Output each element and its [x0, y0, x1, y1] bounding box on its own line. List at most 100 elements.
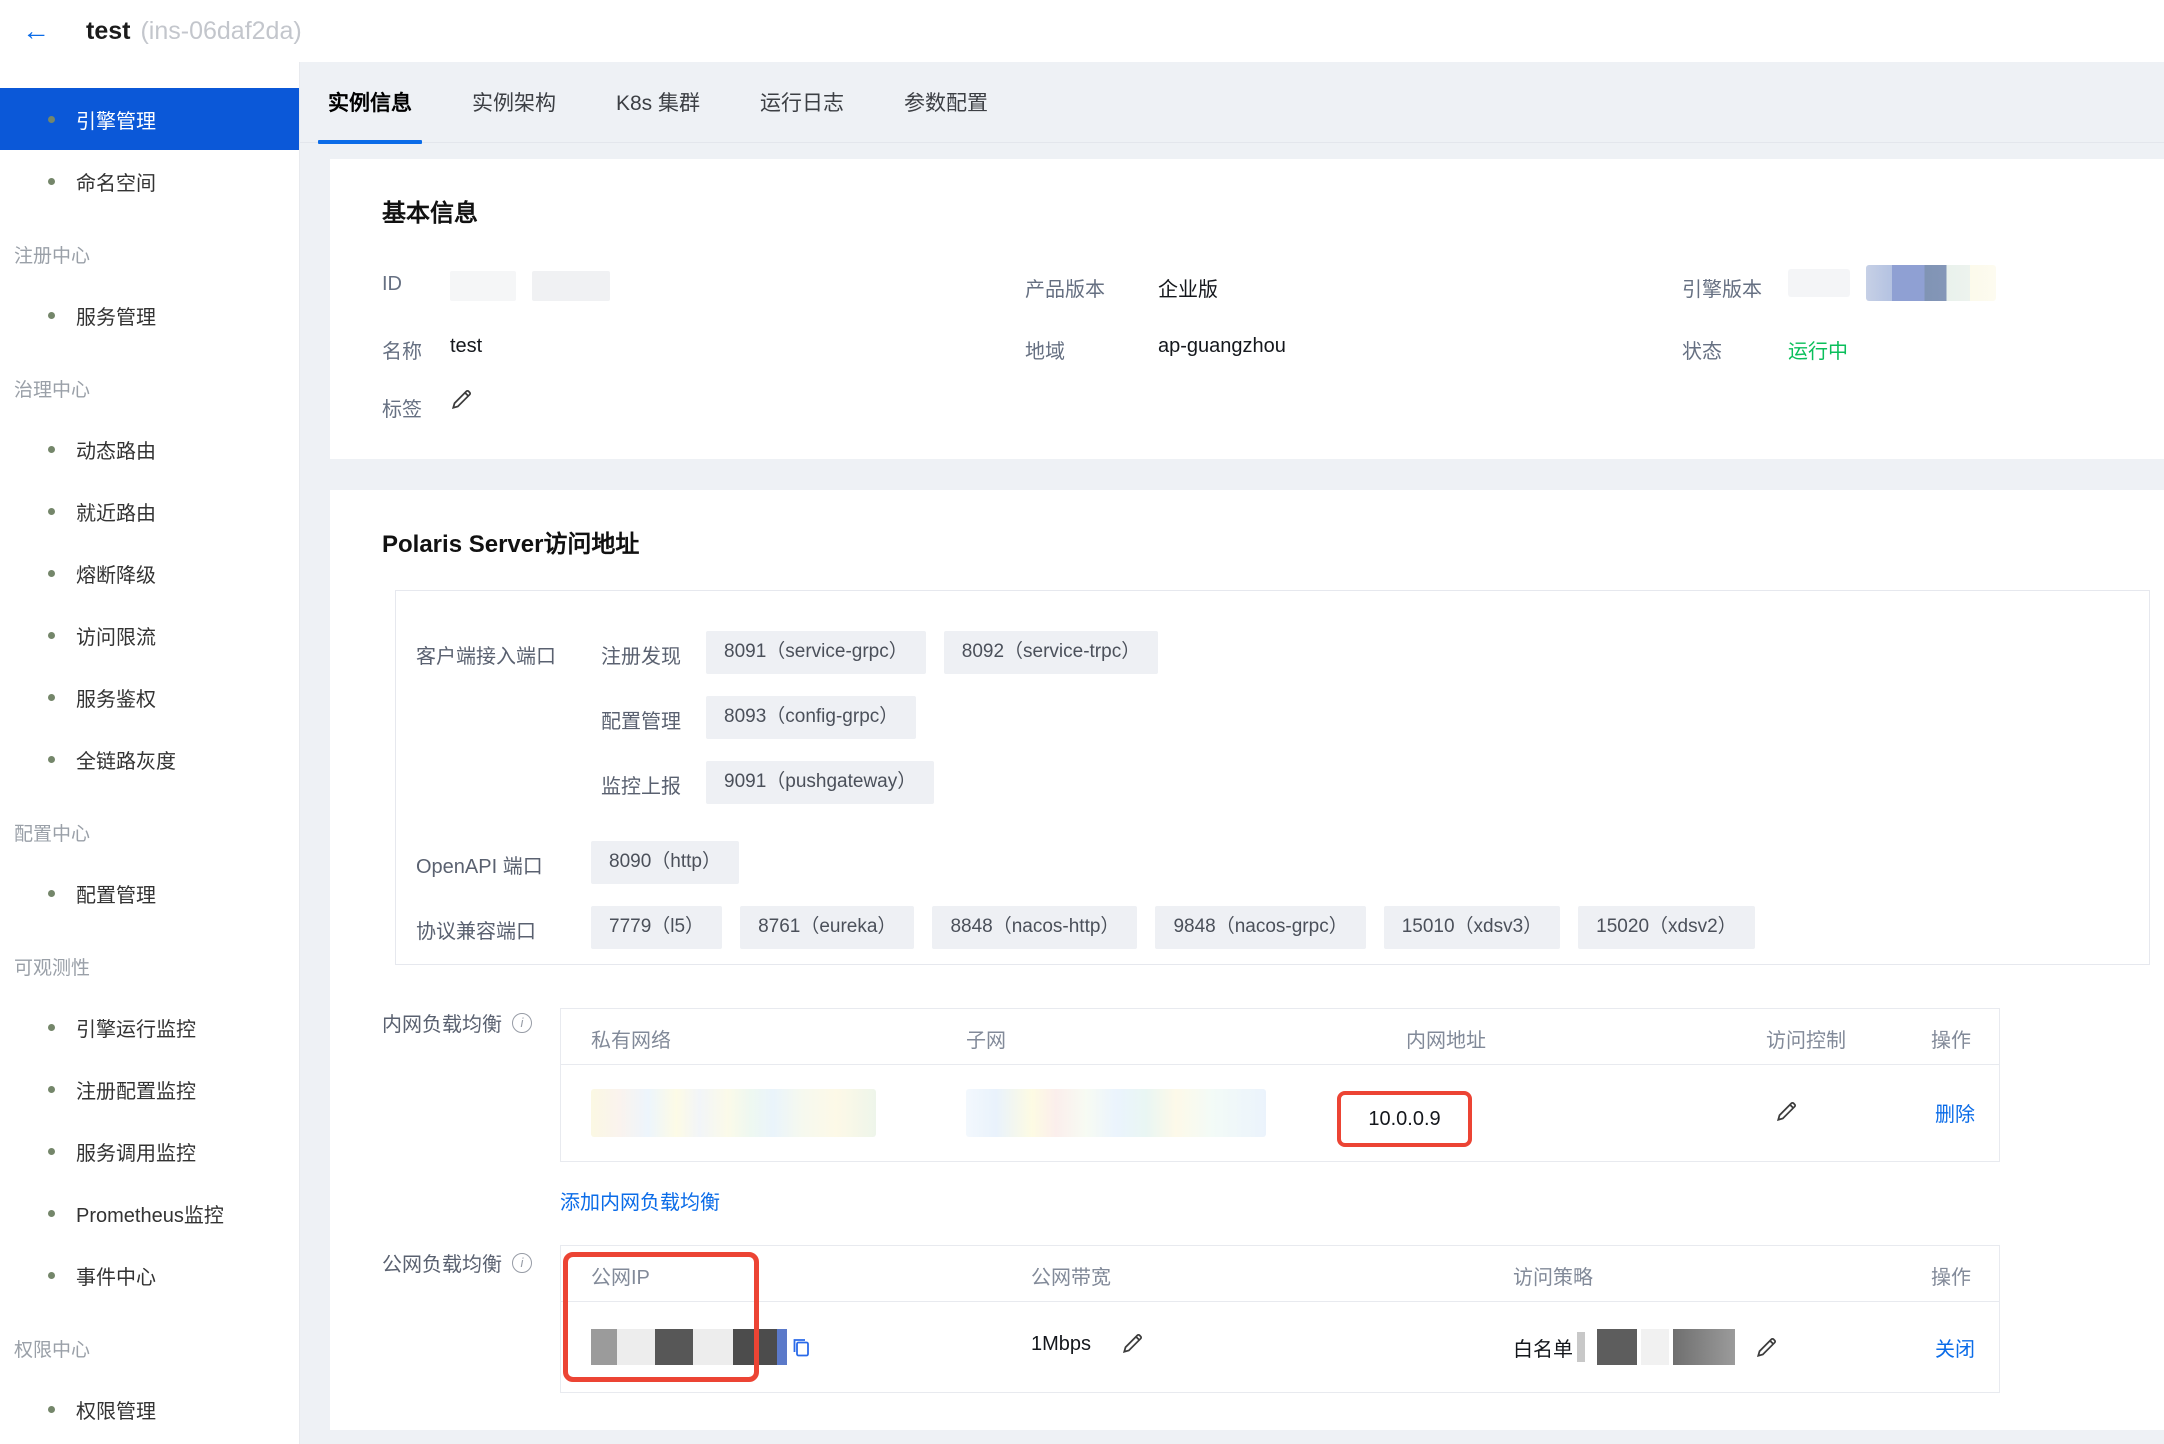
sidebar-item-label: 引擎管理	[76, 105, 156, 134]
sidebar-item-circuit-breaking[interactable]: 熔断降级	[0, 542, 299, 604]
column-header-intranet-address: 内网地址	[1406, 1024, 1486, 1053]
sidebar-item-label: 注册配置监控	[76, 1075, 196, 1104]
sidebar-item-namespace[interactable]: 命名空间	[0, 150, 299, 212]
name-value: test	[450, 335, 482, 358]
red-annotation-box: 10.0.0.9	[1337, 1091, 1472, 1147]
sidebar-item-full-link-gray[interactable]: 全链路灰度	[0, 728, 299, 790]
tab-run-logs[interactable]: 运行日志	[750, 62, 854, 142]
tab-parameter-config[interactable]: 参数配置	[894, 62, 998, 142]
main-content: 实例信息 实例架构 K8s 集群 运行日志 参数配置 基本信息 ID 产品版本 …	[300, 62, 2164, 1444]
sidebar-item-label: 动态路由	[76, 435, 156, 464]
sidebar-item-engine-management[interactable]: 引擎管理	[0, 88, 299, 150]
engine-version-label: 引擎版本	[1682, 273, 1762, 302]
bandwidth-value: 1Mbps	[1031, 1333, 1091, 1356]
config-management-label: 配置管理	[601, 705, 681, 734]
monitor-report-label: 监控上报	[601, 770, 681, 799]
sidebar-section-governance: 治理中心	[0, 346, 299, 418]
column-header-operation: 操作	[1931, 1261, 1971, 1290]
port-chip: 15010（xdsv3）	[1384, 906, 1560, 949]
sidebar-item-label: Prometheus监控	[76, 1199, 224, 1228]
sidebar-item-prometheus-monitor[interactable]: Prometheus监控	[0, 1182, 299, 1244]
sidebar-item-service-management[interactable]: 服务管理	[0, 284, 299, 346]
polaris-title: Polaris Server访问地址	[382, 524, 639, 559]
sidebar: 引擎管理 命名空间 注册中心 服务管理 治理中心 动态路由 就近路由 熔断降级 …	[0, 62, 300, 1444]
back-arrow-icon[interactable]: ←	[22, 17, 50, 45]
column-header-vpc: 私有网络	[591, 1024, 671, 1053]
bullet-dot-icon	[48, 1086, 55, 1093]
registry-discovery-label: 注册发现	[601, 640, 681, 669]
sidebar-item-registry-config-monitor[interactable]: 注册配置监控	[0, 1058, 299, 1120]
vpc-value-redacted	[591, 1089, 876, 1137]
ports-box: 客户端接入端口 注册发现 8091（service-grpc） 8092（ser…	[395, 590, 2150, 965]
console-page: ← test (ins-06daf2da) 引擎管理 命名空间 注册中心 服务管…	[0, 0, 2164, 1444]
bullet-dot-icon	[48, 570, 55, 577]
region-label: 地域	[1025, 335, 1065, 364]
intranet-lb-label-row: 内网负载均衡 i	[382, 1008, 532, 1037]
sidebar-item-label: 熔断降级	[76, 559, 156, 588]
public-lb-table: 公网IP 公网带宽 访问策略 操作	[560, 1245, 2000, 1393]
column-header-operation: 操作	[1931, 1024, 1971, 1053]
intranet-address-value: 10.0.0.9	[1368, 1108, 1440, 1131]
tab-instance-architecture[interactable]: 实例架构	[462, 62, 566, 142]
table-row: 1Mbps 白名单 关闭	[561, 1302, 1999, 1392]
info-icon[interactable]: i	[512, 1253, 532, 1273]
intranet-lb-table-header: 私有网络 子网 内网地址 访问控制 操作	[561, 1009, 1999, 1065]
port-chip: 15020（xdsv2）	[1578, 906, 1754, 949]
product-version-value: 企业版	[1158, 273, 1218, 302]
product-version-label: 产品版本	[1025, 273, 1105, 302]
sidebar-section-permission: 权限中心	[0, 1306, 299, 1378]
port-chip: 9848（nacos-grpc）	[1155, 906, 1365, 949]
sidebar-item-config-management[interactable]: 配置管理	[0, 862, 299, 924]
intranet-lb-label: 内网负载均衡	[382, 1008, 502, 1037]
public-lb-table-header: 公网IP 公网带宽 访问策略 操作	[561, 1246, 1999, 1302]
bullet-dot-icon	[48, 1272, 55, 1279]
sidebar-section-config: 配置中心	[0, 790, 299, 862]
port-chip: 8093（config-grpc）	[706, 696, 916, 739]
sidebar-item-service-auth[interactable]: 服务鉴权	[0, 666, 299, 728]
edit-access-policy-pencil-icon[interactable]	[1753, 1333, 1781, 1361]
column-header-access-control: 访问控制	[1766, 1024, 1846, 1053]
bullet-dot-icon	[48, 1148, 55, 1155]
sidebar-item-permission-management[interactable]: 权限管理	[0, 1378, 299, 1440]
port-chip: 7779（l5）	[591, 906, 722, 949]
sidebar-item-label: 服务管理	[76, 301, 156, 330]
sidebar-item-label: 全链路灰度	[76, 745, 176, 774]
id-value-redacted	[450, 271, 610, 301]
sidebar-item-nearby-routing[interactable]: 就近路由	[0, 480, 299, 542]
tab-k8s-cluster[interactable]: K8s 集群	[606, 62, 710, 142]
basic-info-card: 基本信息 ID 产品版本 企业版 引擎版本 名称 test 地域 ap-guan…	[330, 159, 2164, 459]
sidebar-item-engine-monitor[interactable]: 引擎运行监控	[0, 996, 299, 1058]
column-header-access-policy: 访问策略	[1513, 1261, 1593, 1290]
status-label: 状态	[1682, 335, 1722, 364]
bullet-dot-icon	[48, 116, 55, 123]
sidebar-item-label: 就近路由	[76, 497, 156, 526]
bullet-dot-icon	[48, 756, 55, 763]
tab-instance-info[interactable]: 实例信息	[318, 62, 422, 142]
intranet-lb-table: 私有网络 子网 内网地址 访问控制 操作 10.0.0.9 删除	[560, 1008, 2000, 1162]
edit-access-control-pencil-icon[interactable]	[1773, 1097, 1801, 1125]
compat-port-label: 协议兼容端口	[416, 915, 536, 944]
info-icon[interactable]: i	[512, 1013, 532, 1033]
bullet-dot-icon	[48, 632, 55, 639]
bullet-dot-icon	[48, 312, 55, 319]
sidebar-item-label: 事件中心	[76, 1261, 156, 1290]
add-intranet-lb-link[interactable]: 添加内网负载均衡	[560, 1192, 720, 1214]
sidebar-item-label: 权限管理	[76, 1395, 156, 1424]
close-link[interactable]: 关闭	[1935, 1333, 1975, 1362]
basic-info-title: 基本信息	[382, 193, 478, 228]
region-value: ap-guangzhou	[1158, 335, 1286, 358]
sidebar-item-dynamic-routing[interactable]: 动态路由	[0, 418, 299, 480]
port-chip: 8761（eureka）	[740, 906, 914, 949]
delete-link[interactable]: 删除	[1935, 1098, 1975, 1127]
bullet-dot-icon	[48, 890, 55, 897]
sidebar-item-label: 服务调用监控	[76, 1137, 196, 1166]
bullet-dot-icon	[48, 1210, 55, 1217]
sidebar-item-service-call-monitor[interactable]: 服务调用监控	[0, 1120, 299, 1182]
sidebar-item-event-center[interactable]: 事件中心	[0, 1244, 299, 1306]
sidebar-item-rate-limiting[interactable]: 访问限流	[0, 604, 299, 666]
copy-icon[interactable]	[789, 1335, 813, 1359]
tab-bar: 实例信息 实例架构 K8s 集群 运行日志 参数配置	[300, 62, 2164, 143]
edit-bandwidth-pencil-icon[interactable]	[1119, 1329, 1147, 1357]
edit-tags-pencil-icon[interactable]	[448, 385, 476, 413]
bullet-dot-icon	[48, 1024, 55, 1031]
